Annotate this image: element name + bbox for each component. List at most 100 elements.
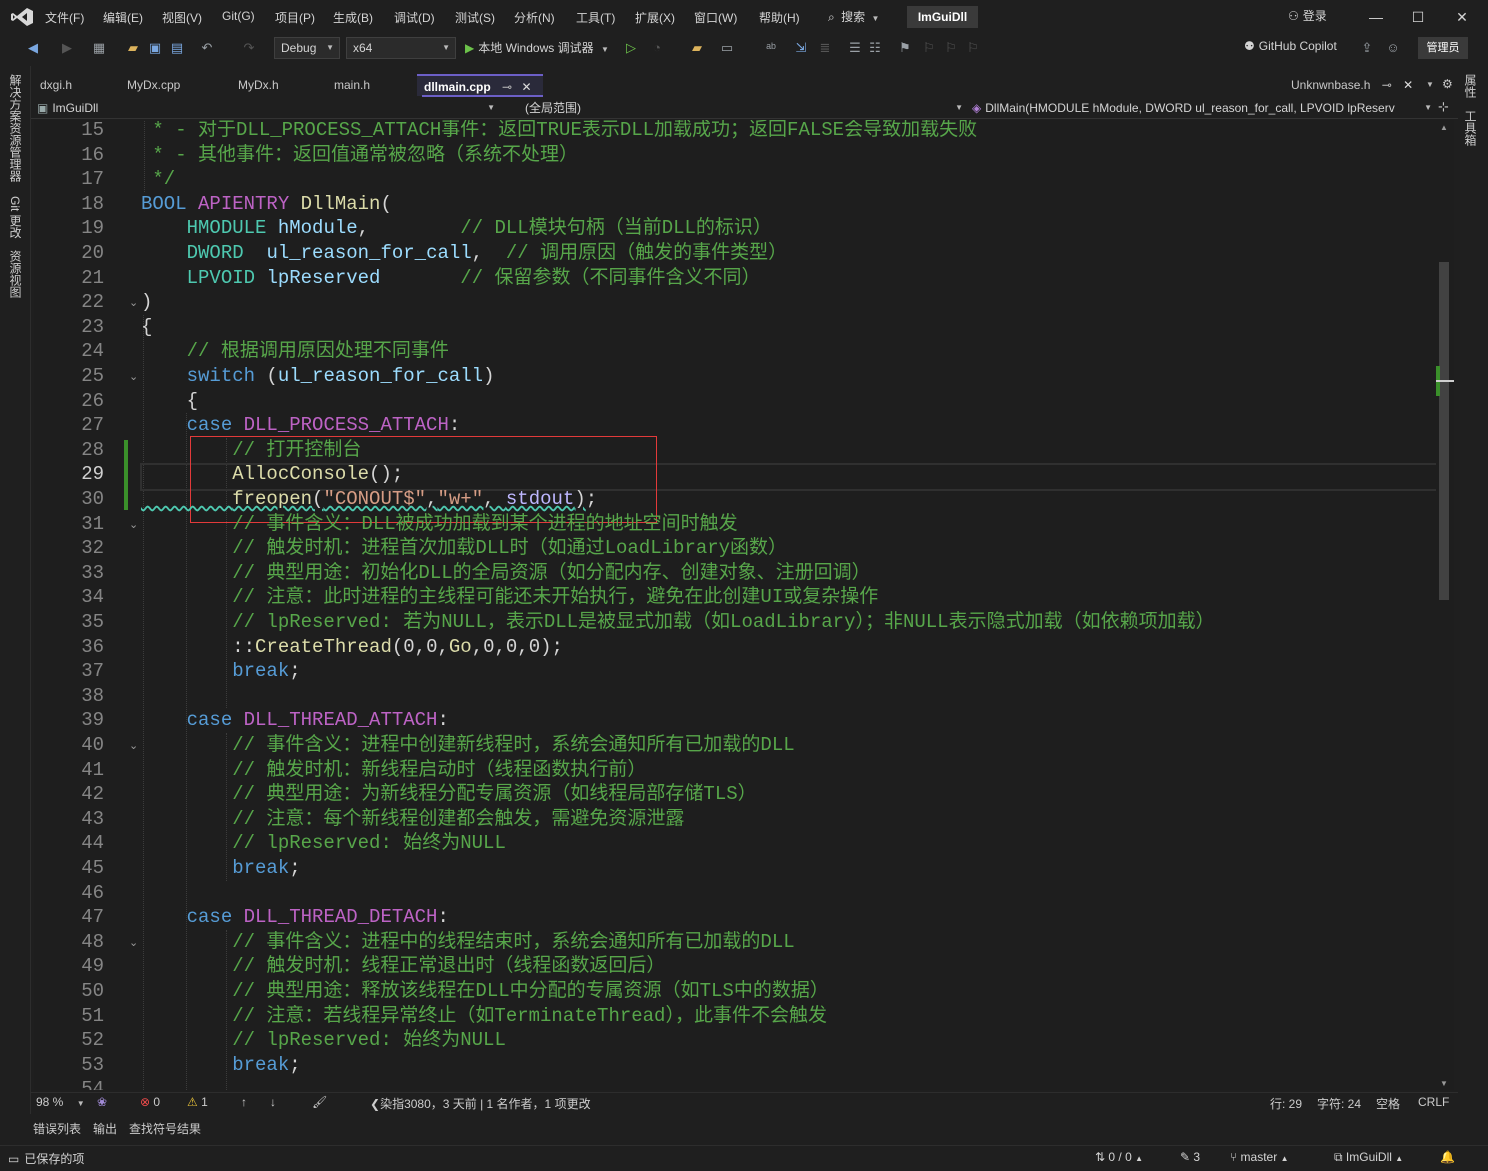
code-line[interactable]: // lpReserved: 始终为NULL: [141, 831, 506, 856]
feedback-icon[interactable]: ☺: [1384, 39, 1402, 57]
code-line[interactable]: // 注意：此时进程的主线程可能还未开始执行，避免在此创建UI或复杂操作: [141, 585, 878, 610]
next-bookmark-icon[interactable]: ⚐: [942, 39, 960, 57]
scope-dropdown[interactable]: (全局范围) ▼: [519, 99, 967, 117]
code-line[interactable]: freopen("CONOUT$","w+", stdout);: [141, 487, 597, 512]
code-line[interactable]: LPVOID lpReserved // 保留参数（不同事件含义不同）: [141, 266, 761, 291]
pending-changes[interactable]: ✎ 3: [1180, 1150, 1200, 1164]
configuration-select[interactable]: Debug ▼: [274, 37, 340, 59]
code-line[interactable]: // lpReserved: 若为NULL，表示DLL是被显式加载（如LoadL…: [141, 610, 1214, 635]
close-tab-icon[interactable]: ✕: [1403, 78, 1413, 92]
code-line[interactable]: break;: [141, 856, 300, 881]
fold-chevron-icon[interactable]: ⌄: [129, 739, 138, 752]
scrollbar-thumb[interactable]: [1439, 262, 1449, 600]
resource-view-tab[interactable]: 资源视图: [8, 250, 24, 302]
scroll-up-arrow[interactable]: ▲: [1440, 123, 1448, 132]
code-line[interactable]: // 典型用途：释放该线程在DLL中分配的专属资源（如TLS中的数据）: [141, 979, 829, 1004]
start-debugging-button[interactable]: ▶ 本地 Windows 调试器 ▼: [465, 39, 609, 56]
toolbox-tab[interactable]: 工具箱: [1463, 110, 1479, 150]
code-line[interactable]: // 注意：每个新线程创建都会触发，需避免资源泄露: [141, 807, 684, 832]
tab-error-list[interactable]: 错误列表: [33, 1120, 81, 1137]
menu-item[interactable]: 视图(V): [162, 9, 202, 26]
menu-item[interactable]: 扩展(X): [635, 9, 675, 26]
menu-item[interactable]: Git(G): [222, 9, 255, 23]
share-icon[interactable]: ⇪: [1358, 39, 1376, 57]
code-line[interactable]: switch (ul_reason_for_call): [141, 364, 495, 389]
spellcheck-icon[interactable]: ᵃᵇ: [762, 39, 780, 57]
new-project-icon[interactable]: ▦: [90, 39, 108, 57]
code-line[interactable]: {: [141, 389, 198, 414]
tab-dxgi-h[interactable]: dxgi.h: [33, 74, 121, 96]
code-line[interactable]: // 事件含义：进程中的线程结束时，系统会通知所有已加载的DLL: [141, 930, 794, 955]
layout-icon[interactable]: ▭: [718, 39, 736, 57]
prev-issue-icon[interactable]: ↑: [241, 1095, 247, 1109]
code-line[interactable]: BOOL APIENTRY DllMain(: [141, 192, 392, 217]
format-icon[interactable]: ≣: [816, 39, 834, 57]
code-line[interactable]: // 触发时机：新线程启动时（线程函数执行前）: [141, 758, 646, 783]
tab-dllmain-cpp[interactable]: dllmain.cpp ⊸ ✕: [417, 74, 543, 96]
uncomment-icon[interactable]: ☷: [866, 39, 884, 57]
visual-studio-logo-icon[interactable]: [10, 7, 34, 27]
pin-icon[interactable]: ⊸: [502, 80, 512, 94]
error-count[interactable]: ⊗ 0: [140, 1095, 160, 1109]
whitespace-indicator[interactable]: 空格: [1376, 1095, 1400, 1112]
git-repo[interactable]: ⧉ ImGuiDll ▲: [1334, 1150, 1403, 1165]
fold-chevron-icon[interactable]: ⌄: [129, 370, 138, 383]
close-tab-icon[interactable]: ✕: [521, 80, 531, 94]
git-sync-status[interactable]: ⇅ 0 / 0 ▲: [1095, 1150, 1143, 1164]
code-line[interactable]: ::CreateThread(0,0,Go,0,0,0);: [141, 635, 563, 660]
warning-count[interactable]: ⚠ 1: [187, 1095, 208, 1109]
maximize-button[interactable]: ☐: [1408, 8, 1428, 26]
code-line[interactable]: // 注意：若线程异常终止（如TerminateThread），此事件不会触发: [141, 1004, 827, 1029]
code-line[interactable]: HMODULE hModule, // DLL模块句柄（当前DLL的标识）: [141, 216, 772, 241]
platform-select[interactable]: x64 ▼: [346, 37, 456, 59]
properties-tab[interactable]: 属性: [1463, 74, 1479, 102]
code-line[interactable]: case DLL_THREAD_DETACH:: [141, 905, 449, 930]
code-line[interactable]: // 典型用途：初始化DLL的全局资源（如分配内存、创建对象、注册回调）: [141, 561, 870, 586]
undo-icon[interactable]: ↶: [198, 39, 216, 57]
git-blame-info[interactable]: ❮染指3080，3 天前 | 1 名作者，1 项更改: [370, 1095, 591, 1112]
tab-main-h[interactable]: main.h: [327, 74, 421, 96]
open-folder-icon[interactable]: ▰: [124, 39, 142, 57]
step-icon[interactable]: ⇲: [792, 39, 810, 57]
code-line[interactable]: */: [141, 167, 175, 192]
code-line[interactable]: // 根据调用原因处理不同事件: [141, 339, 449, 364]
code-line[interactable]: ): [141, 290, 152, 315]
start-without-debugging-icon[interactable]: ▷: [622, 39, 640, 57]
git-changes-tab[interactable]: Git 更改: [8, 196, 24, 242]
fold-chevron-icon[interactable]: ⌄: [129, 936, 138, 949]
comment-icon[interactable]: ☰: [846, 39, 864, 57]
line-ending-indicator[interactable]: CRLF: [1418, 1095, 1449, 1109]
code-line[interactable]: // lpReserved: 始终为NULL: [141, 1028, 506, 1053]
tab-mydx-h[interactable]: MyDx.h: [231, 74, 327, 96]
member-dropdown[interactable]: ◈ DllMain(HMODULE hModule, DWORD ul_reaso…: [972, 99, 1434, 117]
code-cleanup-icon[interactable]: 🖌: [312, 1095, 327, 1109]
code-line[interactable]: * - 对于DLL_PROCESS_ATTACH事件：返回TRUE表示DLL加载…: [141, 120, 977, 143]
tab-output[interactable]: 输出: [93, 1120, 117, 1137]
code-line[interactable]: // 事件含义：进程中创建新线程时，系统会通知所有已加载的DLL: [141, 733, 794, 758]
tab-unknwnbase-h[interactable]: Unknwnbase.h ⊸ ✕: [1284, 74, 1424, 96]
close-window-button[interactable]: ✕: [1452, 8, 1472, 26]
login-button[interactable]: ⚇ 登录: [1288, 7, 1327, 24]
menu-item[interactable]: 项目(P): [275, 9, 315, 26]
menu-item[interactable]: 帮助(H): [759, 9, 800, 26]
settings-gear-icon[interactable]: ⚙: [1442, 77, 1453, 91]
code-line[interactable]: // 触发时机：线程正常退出时（线程函数返回后）: [141, 954, 665, 979]
menu-item[interactable]: 测试(S): [455, 9, 495, 26]
menu-item[interactable]: 分析(N): [514, 9, 555, 26]
line-indicator[interactable]: 行: 29: [1270, 1095, 1302, 1112]
menu-item[interactable]: 窗口(W): [694, 9, 737, 26]
code-line[interactable]: * - 其他事件：返回值通常被忽略（系统不处理）: [141, 143, 578, 168]
menu-item[interactable]: 文件(F): [45, 9, 84, 26]
fold-chevron-icon[interactable]: ⌄: [129, 518, 138, 531]
scroll-down-arrow[interactable]: ▼: [1440, 1079, 1448, 1088]
char-indicator[interactable]: 字符: 24: [1317, 1095, 1361, 1112]
clear-bookmarks-icon[interactable]: ⚐: [964, 39, 982, 57]
tab-find-symbol-results[interactable]: 查找符号结果: [129, 1120, 201, 1137]
save-all-icon[interactable]: ▤: [168, 39, 186, 57]
solution-explorer-icon[interactable]: ▰: [688, 39, 706, 57]
save-icon[interactable]: ▣: [146, 39, 164, 57]
github-copilot-button[interactable]: ⚉ GitHub Copilot: [1244, 39, 1337, 53]
next-issue-icon[interactable]: ↓: [270, 1095, 276, 1109]
menu-item[interactable]: 编辑(E): [103, 9, 143, 26]
prev-bookmark-icon[interactable]: ⚐: [920, 39, 938, 57]
